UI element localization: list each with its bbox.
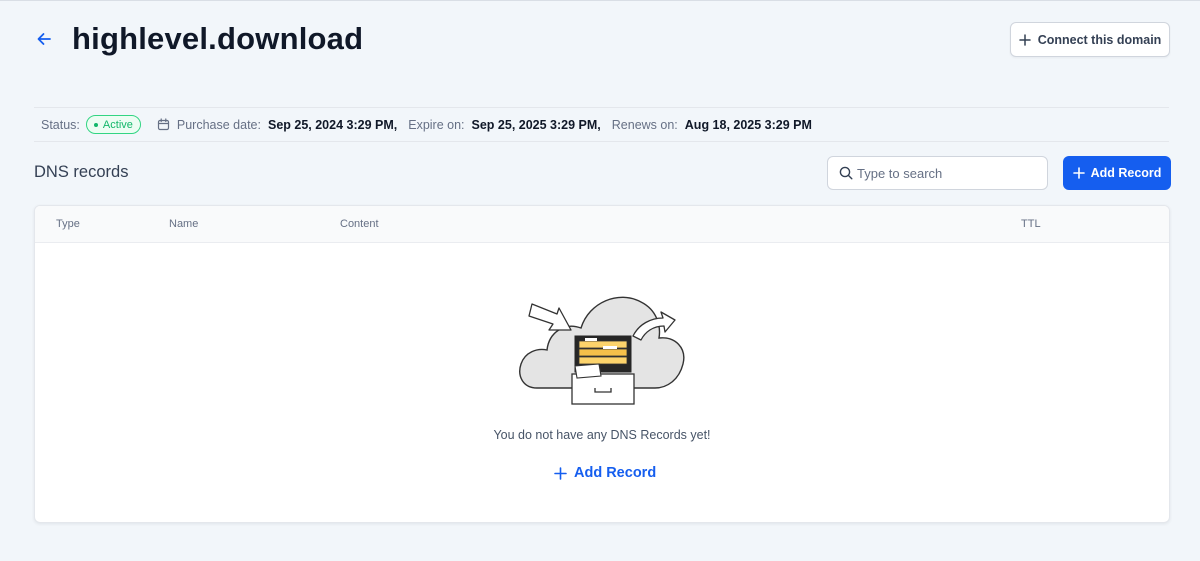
empty-state-add-record-label: Add Record — [574, 465, 657, 481]
plus-icon — [554, 466, 567, 480]
calendar-icon — [157, 118, 170, 131]
empty-state-illustration — [519, 296, 685, 405]
page-header: highlevel.download Connect this domain — [0, 1, 1200, 81]
domain-status-bar: Status: Active Purchase date: Sep 25, 20… — [34, 107, 1169, 142]
status-dot-icon — [93, 122, 98, 127]
column-header-ttl: TTL — [1021, 218, 1041, 230]
back-button[interactable] — [32, 27, 56, 51]
add-record-label: Add Record — [1090, 166, 1162, 180]
status-badge: Active — [85, 115, 141, 134]
dns-records-title: DNS records — [34, 163, 129, 181]
renew-date-label: Renews on: — [611, 117, 678, 132]
renew-date-value: Aug 18, 2025 3:29 PM — [684, 117, 812, 132]
column-header-content: Content — [340, 218, 379, 230]
plus-icon — [1072, 167, 1085, 179]
empty-state-add-record-link[interactable]: Add Record — [554, 462, 656, 484]
empty-state-message: You do not have any DNS Records yet! — [493, 428, 711, 442]
expire-date-label: Expire on: — [408, 117, 465, 132]
dns-search-input[interactable] — [857, 165, 1037, 181]
purchase-date-label: Purchase date: — [176, 117, 261, 132]
connect-domain-label: Connect this domain — [1037, 32, 1162, 47]
plus-icon — [1018, 33, 1031, 46]
dns-records-table: Type Name Content TTL You do not have an… — [34, 205, 1170, 523]
status-label: Status: — [41, 117, 80, 132]
connect-domain-button[interactable]: Connect this domain — [1010, 22, 1170, 57]
status-badge-text: Active — [102, 118, 133, 131]
column-header-type: Type — [56, 218, 80, 230]
add-record-button[interactable]: Add Record — [1063, 156, 1171, 190]
search-icon — [839, 166, 853, 180]
column-header-name: Name — [169, 218, 199, 230]
purchase-date-value: Sep 25, 2024 3:29 PM, — [267, 117, 398, 132]
dns-search-box[interactable] — [827, 156, 1048, 190]
arrow-left-icon — [37, 33, 51, 45]
expire-date-value: Sep 25, 2025 3:29 PM, — [471, 117, 601, 132]
table-header: Type Name Content TTL — [35, 206, 1169, 243]
page-title: highlevel.download — [72, 21, 364, 56]
